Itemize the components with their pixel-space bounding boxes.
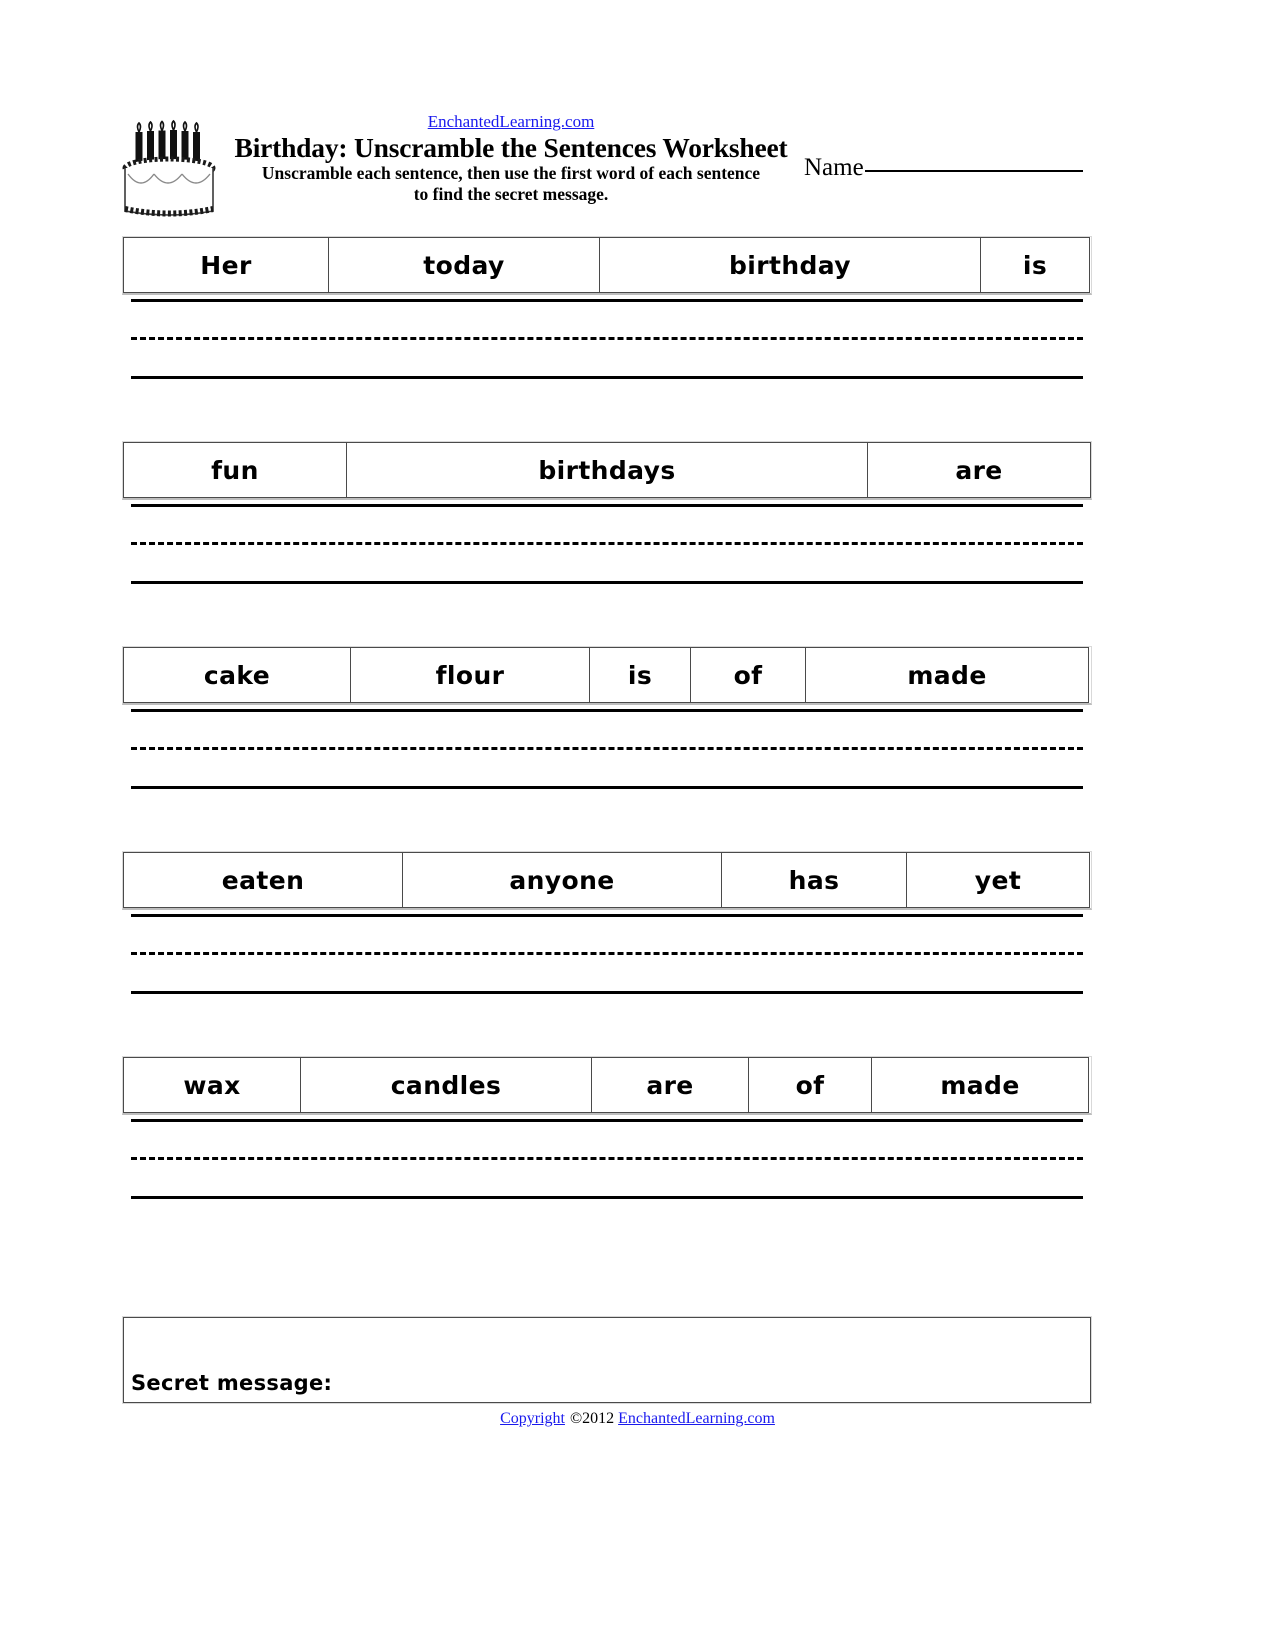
- word-label: are: [646, 1070, 694, 1100]
- guide-base-rule: [131, 991, 1083, 994]
- worksheet-header: EnchantedLearning.com Birthday: Unscramb…: [122, 112, 1092, 230]
- guide-base-rule: [131, 786, 1083, 789]
- guide-dashed-rule: [131, 1157, 1083, 1160]
- word-label: eaten: [221, 865, 305, 895]
- instructions-line-1: Unscramble each sentence, then use the f…: [261, 163, 761, 183]
- sentence-block-2: fun birthdays are: [122, 441, 1092, 646]
- word-label: wax: [183, 1070, 241, 1100]
- writing-guide-3[interactable]: [131, 705, 1083, 791]
- guide-top-rule: [131, 504, 1083, 507]
- word-label: anyone: [509, 865, 615, 895]
- guide-top-rule: [131, 299, 1083, 302]
- header-text-block: EnchantedLearning.com Birthday: Unscramb…: [230, 112, 792, 205]
- word-cell[interactable]: yet: [906, 852, 1090, 908]
- word-cell[interactable]: flour: [350, 647, 590, 703]
- word-cell[interactable]: made: [871, 1057, 1089, 1113]
- word-row-3: cake flour is of made: [122, 646, 1092, 705]
- word-row-5: wax candles are of made: [122, 1056, 1092, 1115]
- writing-guide-1[interactable]: [131, 295, 1083, 381]
- guide-base-rule: [131, 376, 1083, 379]
- worksheet-page: EnchantedLearning.com Birthday: Unscramb…: [0, 0, 1275, 1649]
- word-label: has: [788, 865, 840, 895]
- writing-guide-2[interactable]: [131, 500, 1083, 586]
- word-cell[interactable]: fun: [123, 442, 347, 498]
- word-cell[interactable]: Her: [123, 237, 329, 293]
- sentence-block-4: eaten anyone has yet: [122, 851, 1092, 1056]
- word-label: is: [1022, 250, 1048, 280]
- word-cell[interactable]: of: [690, 647, 806, 703]
- word-row-4: eaten anyone has yet: [122, 851, 1092, 910]
- word-label: fun: [211, 455, 259, 485]
- word-label: made: [940, 1070, 1020, 1100]
- word-label: birthdays: [538, 455, 676, 485]
- word-label: candles: [390, 1070, 502, 1100]
- footer-copyright-link[interactable]: Copyright: [500, 1410, 565, 1427]
- word-label: of: [733, 660, 763, 690]
- word-label: birthday: [728, 250, 852, 280]
- word-row-2: fun birthdays are: [122, 441, 1092, 500]
- writing-guide-4[interactable]: [131, 910, 1083, 996]
- word-label: Her: [200, 250, 252, 280]
- word-cell[interactable]: made: [805, 647, 1089, 703]
- guide-base-rule: [131, 581, 1083, 584]
- word-cell[interactable]: eaten: [123, 852, 403, 908]
- secret-message-box[interactable]: Secret message:: [122, 1316, 1092, 1404]
- guide-top-rule: [131, 1119, 1083, 1122]
- guide-top-rule: [131, 709, 1083, 712]
- puzzle-rows: Her today birthday is fun birthdays are …: [122, 236, 1092, 1201]
- site-link-top[interactable]: EnchantedLearning.com: [230, 112, 792, 132]
- instructions-line-2: to find the secret message.: [413, 184, 609, 204]
- word-cell[interactable]: anyone: [402, 852, 722, 908]
- footer-copyright-year: ©2012: [569, 1410, 615, 1427]
- word-cell[interactable]: today: [328, 237, 600, 293]
- footer-site-link[interactable]: EnchantedLearning.com: [618, 1410, 775, 1427]
- guide-dashed-rule: [131, 542, 1083, 545]
- word-label: flour: [435, 660, 505, 690]
- name-label: Name: [804, 154, 864, 181]
- word-label: today: [423, 250, 505, 280]
- word-label: of: [795, 1070, 825, 1100]
- birthday-cake-icon: [122, 118, 222, 223]
- sentence-block-3: cake flour is of made: [122, 646, 1092, 851]
- word-label: are: [955, 455, 1003, 485]
- word-cell[interactable]: wax: [123, 1057, 301, 1113]
- word-cell[interactable]: has: [721, 852, 907, 908]
- name-input-rule[interactable]: [864, 170, 1083, 172]
- guide-dashed-rule: [131, 952, 1083, 955]
- word-cell[interactable]: is: [589, 647, 691, 703]
- sentence-block-5: wax candles are of made: [122, 1056, 1092, 1201]
- word-cell[interactable]: cake: [123, 647, 351, 703]
- word-label: is: [627, 660, 653, 690]
- word-cell[interactable]: birthday: [599, 237, 981, 293]
- guide-dashed-rule: [131, 337, 1083, 340]
- secret-message-label: Secret message:: [131, 1371, 333, 1395]
- page-title: Birthday: Unscramble the Sentences Works…: [234, 132, 788, 163]
- sentence-block-1: Her today birthday is: [122, 236, 1092, 441]
- word-label: cake: [203, 660, 271, 690]
- word-cell[interactable]: birthdays: [346, 442, 868, 498]
- word-cell[interactable]: candles: [300, 1057, 592, 1113]
- footer: Copyright ©2012 EnchantedLearning.com: [0, 1410, 1275, 1428]
- guide-top-rule: [131, 914, 1083, 917]
- word-label: yet: [974, 865, 1022, 895]
- secret-message-inner[interactable]: Secret message:: [123, 1317, 1091, 1403]
- writing-guide-5[interactable]: [131, 1115, 1083, 1201]
- name-field[interactable]: Name: [804, 154, 1094, 182]
- word-cell[interactable]: are: [591, 1057, 749, 1113]
- word-label: made: [907, 660, 987, 690]
- word-cell[interactable]: is: [980, 237, 1090, 293]
- word-cell[interactable]: of: [748, 1057, 872, 1113]
- guide-dashed-rule: [131, 747, 1083, 750]
- word-row-1: Her today birthday is: [122, 236, 1092, 295]
- word-cell[interactable]: are: [867, 442, 1091, 498]
- guide-base-rule: [131, 1196, 1083, 1199]
